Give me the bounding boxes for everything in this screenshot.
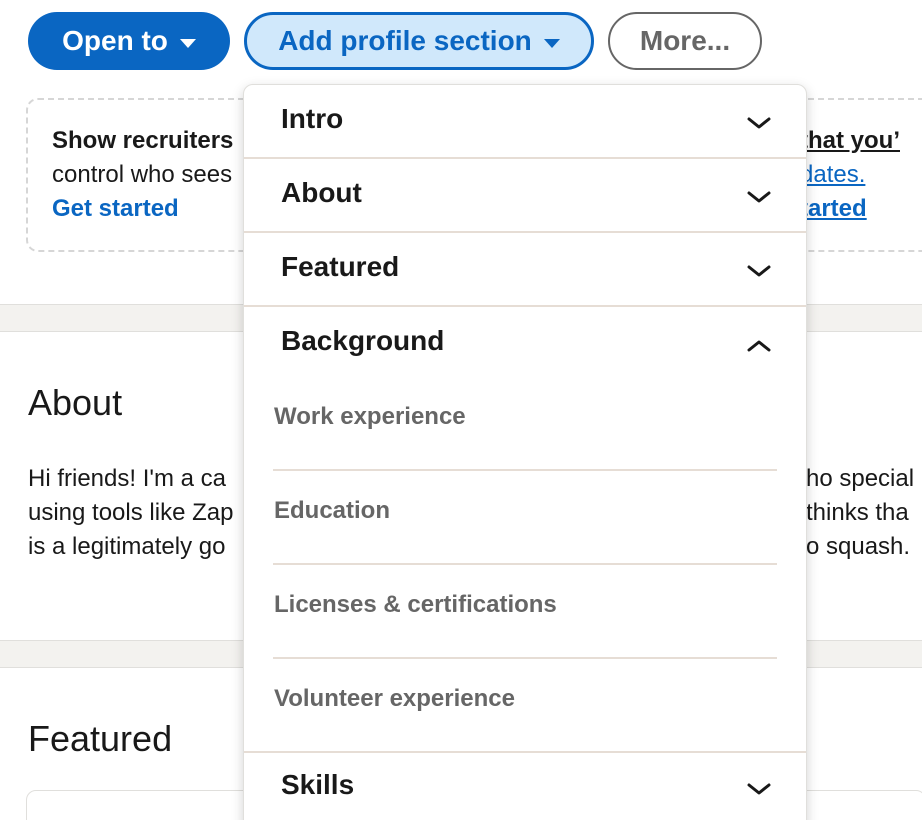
about-section-text-right: ho special thinks tha o squash. [806,462,914,564]
background-item-education[interactable]: Education [273,471,777,565]
about-section-title: About [28,382,123,423]
about-line: ho special [806,465,915,492]
about-line: thinks tha [806,499,909,526]
get-started-link[interactable]: Get started [52,192,233,226]
recruiter-card-body: control who sees [52,161,233,188]
dropdown-item-skills[interactable]: Skills [244,753,806,820]
more-label: More... [639,25,731,56]
add-profile-section-button[interactable]: Add profile section [244,12,594,70]
dropdown-item-label: Intro [281,103,344,134]
dropdown-item-intro[interactable]: Intro [244,85,806,159]
chevron-down-icon [746,777,772,803]
card-right-link[interactable]: tarted [800,192,900,226]
background-item-label: Volunteer experience [274,685,515,712]
chevron-down-icon [746,259,772,285]
dropdown-item-label: About [281,177,362,208]
card-right-body[interactable]: dates. [800,158,900,192]
background-item-label: Licenses & certifications [274,591,557,618]
dropdown-item-label: Skills [281,769,355,800]
add-profile-section-label: Add profile section [278,25,532,56]
recruiter-card-right-text: that you’ dates. tarted [800,124,900,226]
dropdown-item-label: Background [281,325,445,356]
recruiter-card-heading: Show recruiters [52,127,234,154]
chevron-up-icon [746,333,772,359]
background-item-label: Work experience [274,403,466,430]
card-right-heading[interactable]: that you’ [800,124,900,158]
dropdown-item-label: Featured [281,251,400,282]
chevron-down-icon [746,111,772,137]
chevron-down-icon [746,185,772,211]
open-to-label: Open to [62,25,168,56]
background-item-licenses[interactable]: Licenses & certifications [273,565,777,659]
caret-down-icon [543,38,560,48]
caret-down-icon [179,38,196,48]
background-item-label: Education [274,497,391,524]
recruiter-card-left-text: Show recruiters control who sees Get sta… [52,124,233,226]
about-line: Hi friends! I'm a ca [28,465,226,492]
more-button[interactable]: More... [608,12,762,70]
add-profile-section-dropdown: Intro About Featured Background Work exp… [243,84,807,820]
about-line: o squash. [806,533,911,560]
featured-section-title: Featured [28,718,173,759]
dropdown-item-about[interactable]: About [244,159,806,233]
about-line: is a legitimately go [28,533,226,560]
dropdown-item-featured[interactable]: Featured [244,233,806,307]
open-to-button[interactable]: Open to [28,12,230,70]
dropdown-item-background[interactable]: Background [244,307,806,381]
about-section-text: Hi friends! I'm a ca using tools like Za… [28,462,233,564]
background-item-volunteer[interactable]: Volunteer experience [244,659,806,753]
background-item-work-experience[interactable]: Work experience [273,377,777,471]
about-line: using tools like Zap [28,499,234,526]
